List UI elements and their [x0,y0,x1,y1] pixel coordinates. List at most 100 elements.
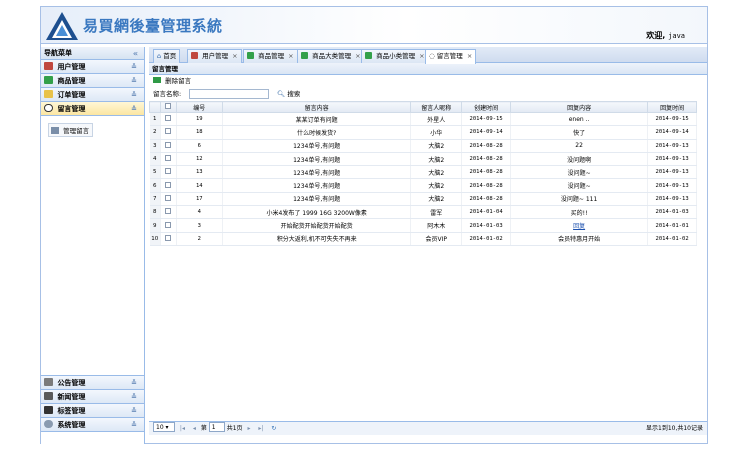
select-all-checkbox[interactable] [160,101,177,113]
tab-subcategory-management[interactable]: 商品小类管理 × [361,49,429,63]
created-time: 2014-08-28 [461,178,511,193]
chevron-down-icon[interactable]: ≚ [131,418,137,432]
users-icon [191,52,198,59]
table-row[interactable]: 4 12 1234单号,有问题 大脑2 2014-08-28 没问题啊 2014-09-13 [149,152,697,167]
table-header-row: 编号 留言内容 留言人昵称 创建时间 回复内容 回复时间 [149,101,697,113]
column-header[interactable]: 留言人昵称 [410,101,463,113]
close-icon[interactable]: × [419,52,424,60]
table-row[interactable]: 8 4 小米4发布了 1999 16G 3200W像素 雷军 2014-01-04 买的!… [149,205,697,220]
message-content: 1234单号,有问题 [222,178,412,193]
menu-label: 商品管理 [57,77,86,85]
tab-home[interactable]: ⌂ 首页 [153,49,181,63]
column-header[interactable]: 留言内容 [222,101,412,113]
goods-icon [247,52,254,59]
row-checkbox[interactable] [160,112,177,127]
menu-news-management[interactable]: 新闻管理 ≚ [41,390,144,404]
menu-label: 用户管理 [57,63,86,71]
row-number: 7 [149,192,162,207]
page-number-input[interactable]: 1 [208,422,225,432]
created-time: 2014-08-28 [461,152,511,167]
table-row[interactable]: 6 14 1234单号,有问题 大脑2 2014-08-28 没问题~ 2014-09-13 [149,178,697,193]
row-checkbox[interactable] [160,192,177,207]
chevron-down-icon[interactable]: ≚ [131,376,137,390]
menu-goods-management[interactable]: 商品管理 ≚ [41,74,144,88]
message-content: 1234单号,有问题 [222,152,412,167]
delete-messages-button[interactable]: 删除留言 [153,77,191,85]
close-icon[interactable]: × [232,52,237,60]
row-checkbox[interactable] [160,152,177,167]
chevron-down-icon[interactable]: ≚ [131,390,137,404]
row-checkbox[interactable] [160,205,177,220]
delete-label: 删除留言 [165,77,192,85]
prev-page-icon[interactable]: ◂ [193,425,196,432]
panel-title: 留言管理 [149,63,707,75]
next-page-icon[interactable]: ▸ [247,425,250,432]
first-page-icon[interactable]: |◂ [180,425,185,432]
menu-label: 系统管理 [57,421,86,429]
message-nickname: 大脑2 [410,192,463,207]
tab-category-management[interactable]: 商品大类管理 × [297,49,365,63]
row-checkbox[interactable] [160,139,177,153]
tab-message-management[interactable]: ◌ 留言管理 × [425,49,477,64]
chevron-down-icon[interactable]: ≚ [131,74,137,88]
message-nickname: 大脑2 [410,178,463,193]
message-nickname: 阿木木 [410,218,463,233]
row-checkbox[interactable] [160,125,177,140]
tab-goods-management[interactable]: 商品管理 × [243,49,298,63]
column-header[interactable]: 编号 [175,101,224,113]
reply-time: 2014-09-14 [647,125,697,140]
search-row: 留言名称: 🔍︎ 搜索 [149,87,707,101]
collapse-sidebar-icon[interactable]: « [133,47,138,60]
chevron-down-icon[interactable]: ≚ [131,60,137,74]
menu-message-management[interactable]: 留言管理 ≙ [41,102,144,116]
row-number: 9 [149,218,162,233]
message-id: 17 [176,192,224,207]
message-content: 某某订单有问题 [222,112,412,127]
column-header[interactable]: 回复内容 [509,101,649,113]
menu-system-management[interactable]: 系统管理 ≚ [41,418,144,432]
welcome-text: 欢迎, java [646,30,685,41]
table-row[interactable]: 2 18 什么时候发货? 小华 2014-09-14 快了 2014-09-14 [149,125,697,140]
table-row[interactable]: 1 19 某某订单有问题 外星人 2014-09-15 enen .. 2014-09-15 [149,112,697,127]
chevron-down-icon[interactable]: ≚ [131,88,137,102]
search-input[interactable] [189,89,269,99]
page-size-select[interactable]: 10 ▾ [153,422,175,432]
search-button[interactable]: 🔍︎ 搜索 [277,87,300,101]
table-row[interactable]: 5 13 1234单号,有问题 大脑2 2014-08-28 没问题~ 2014-09-13 [149,165,697,180]
message-id: 18 [176,125,224,140]
close-icon[interactable]: × [467,52,472,60]
reply-link[interactable]: 回复 [573,223,585,230]
table-row[interactable]: 3 6 1234单号,有问题 大脑2 2014-08-28 22 2014-09-13 [149,139,697,153]
table-row[interactable]: 9 3 开始配货开始配货开始配货 阿木木 2014-01-03 回复 2014-01-01 [149,218,697,233]
row-checkbox[interactable] [160,218,177,233]
logo-icon [46,12,78,40]
row-checkbox[interactable] [160,178,177,193]
refresh-icon[interactable]: ↻ [271,425,276,432]
close-icon[interactable]: × [355,52,360,60]
reply-time: 2014-09-13 [647,178,697,193]
chevron-down-icon[interactable]: ≚ [131,404,137,418]
chevron-up-icon[interactable]: ≙ [131,102,137,116]
reply-content: 没问题~ [510,165,649,180]
message-content: 1234单号,有问题 [222,139,412,153]
manage-messages-link[interactable]: 管理留言 [48,123,94,137]
column-header[interactable]: 回复时间 [647,101,697,113]
menu-notice-management[interactable]: 公告管理 ≚ [41,376,144,390]
menu-label: 留言管理 [57,105,86,113]
menu-user-management[interactable]: 用户管理 ≚ [41,60,144,74]
close-icon[interactable]: × [288,52,293,60]
menu-order-management[interactable]: 订单管理 ≚ [41,88,144,102]
message-id: 4 [176,205,224,220]
menu-tag-management[interactable]: 标签管理 ≚ [41,404,144,418]
table-row[interactable]: 7 17 1234单号,有问题 大脑2 2014-08-28 没问题~ 111 2014-0… [149,192,697,207]
row-checkbox[interactable] [160,232,177,246]
nav-title-label: 导航菜单 [44,49,72,57]
column-header[interactable]: 创建时间 [461,101,511,113]
last-page-icon[interactable]: ▸| [258,425,263,432]
username: java [668,32,685,40]
tab-user-management[interactable]: 用户管理 × [187,49,242,63]
row-checkbox[interactable] [160,165,177,180]
menu-label: 标签管理 [57,407,86,415]
table-row[interactable]: 10 2 积分大返利,机不可失失不再来 会员VIP 2014-01-02 会员特惠月开始 2… [149,232,697,246]
message-nickname: 外星人 [410,112,463,127]
